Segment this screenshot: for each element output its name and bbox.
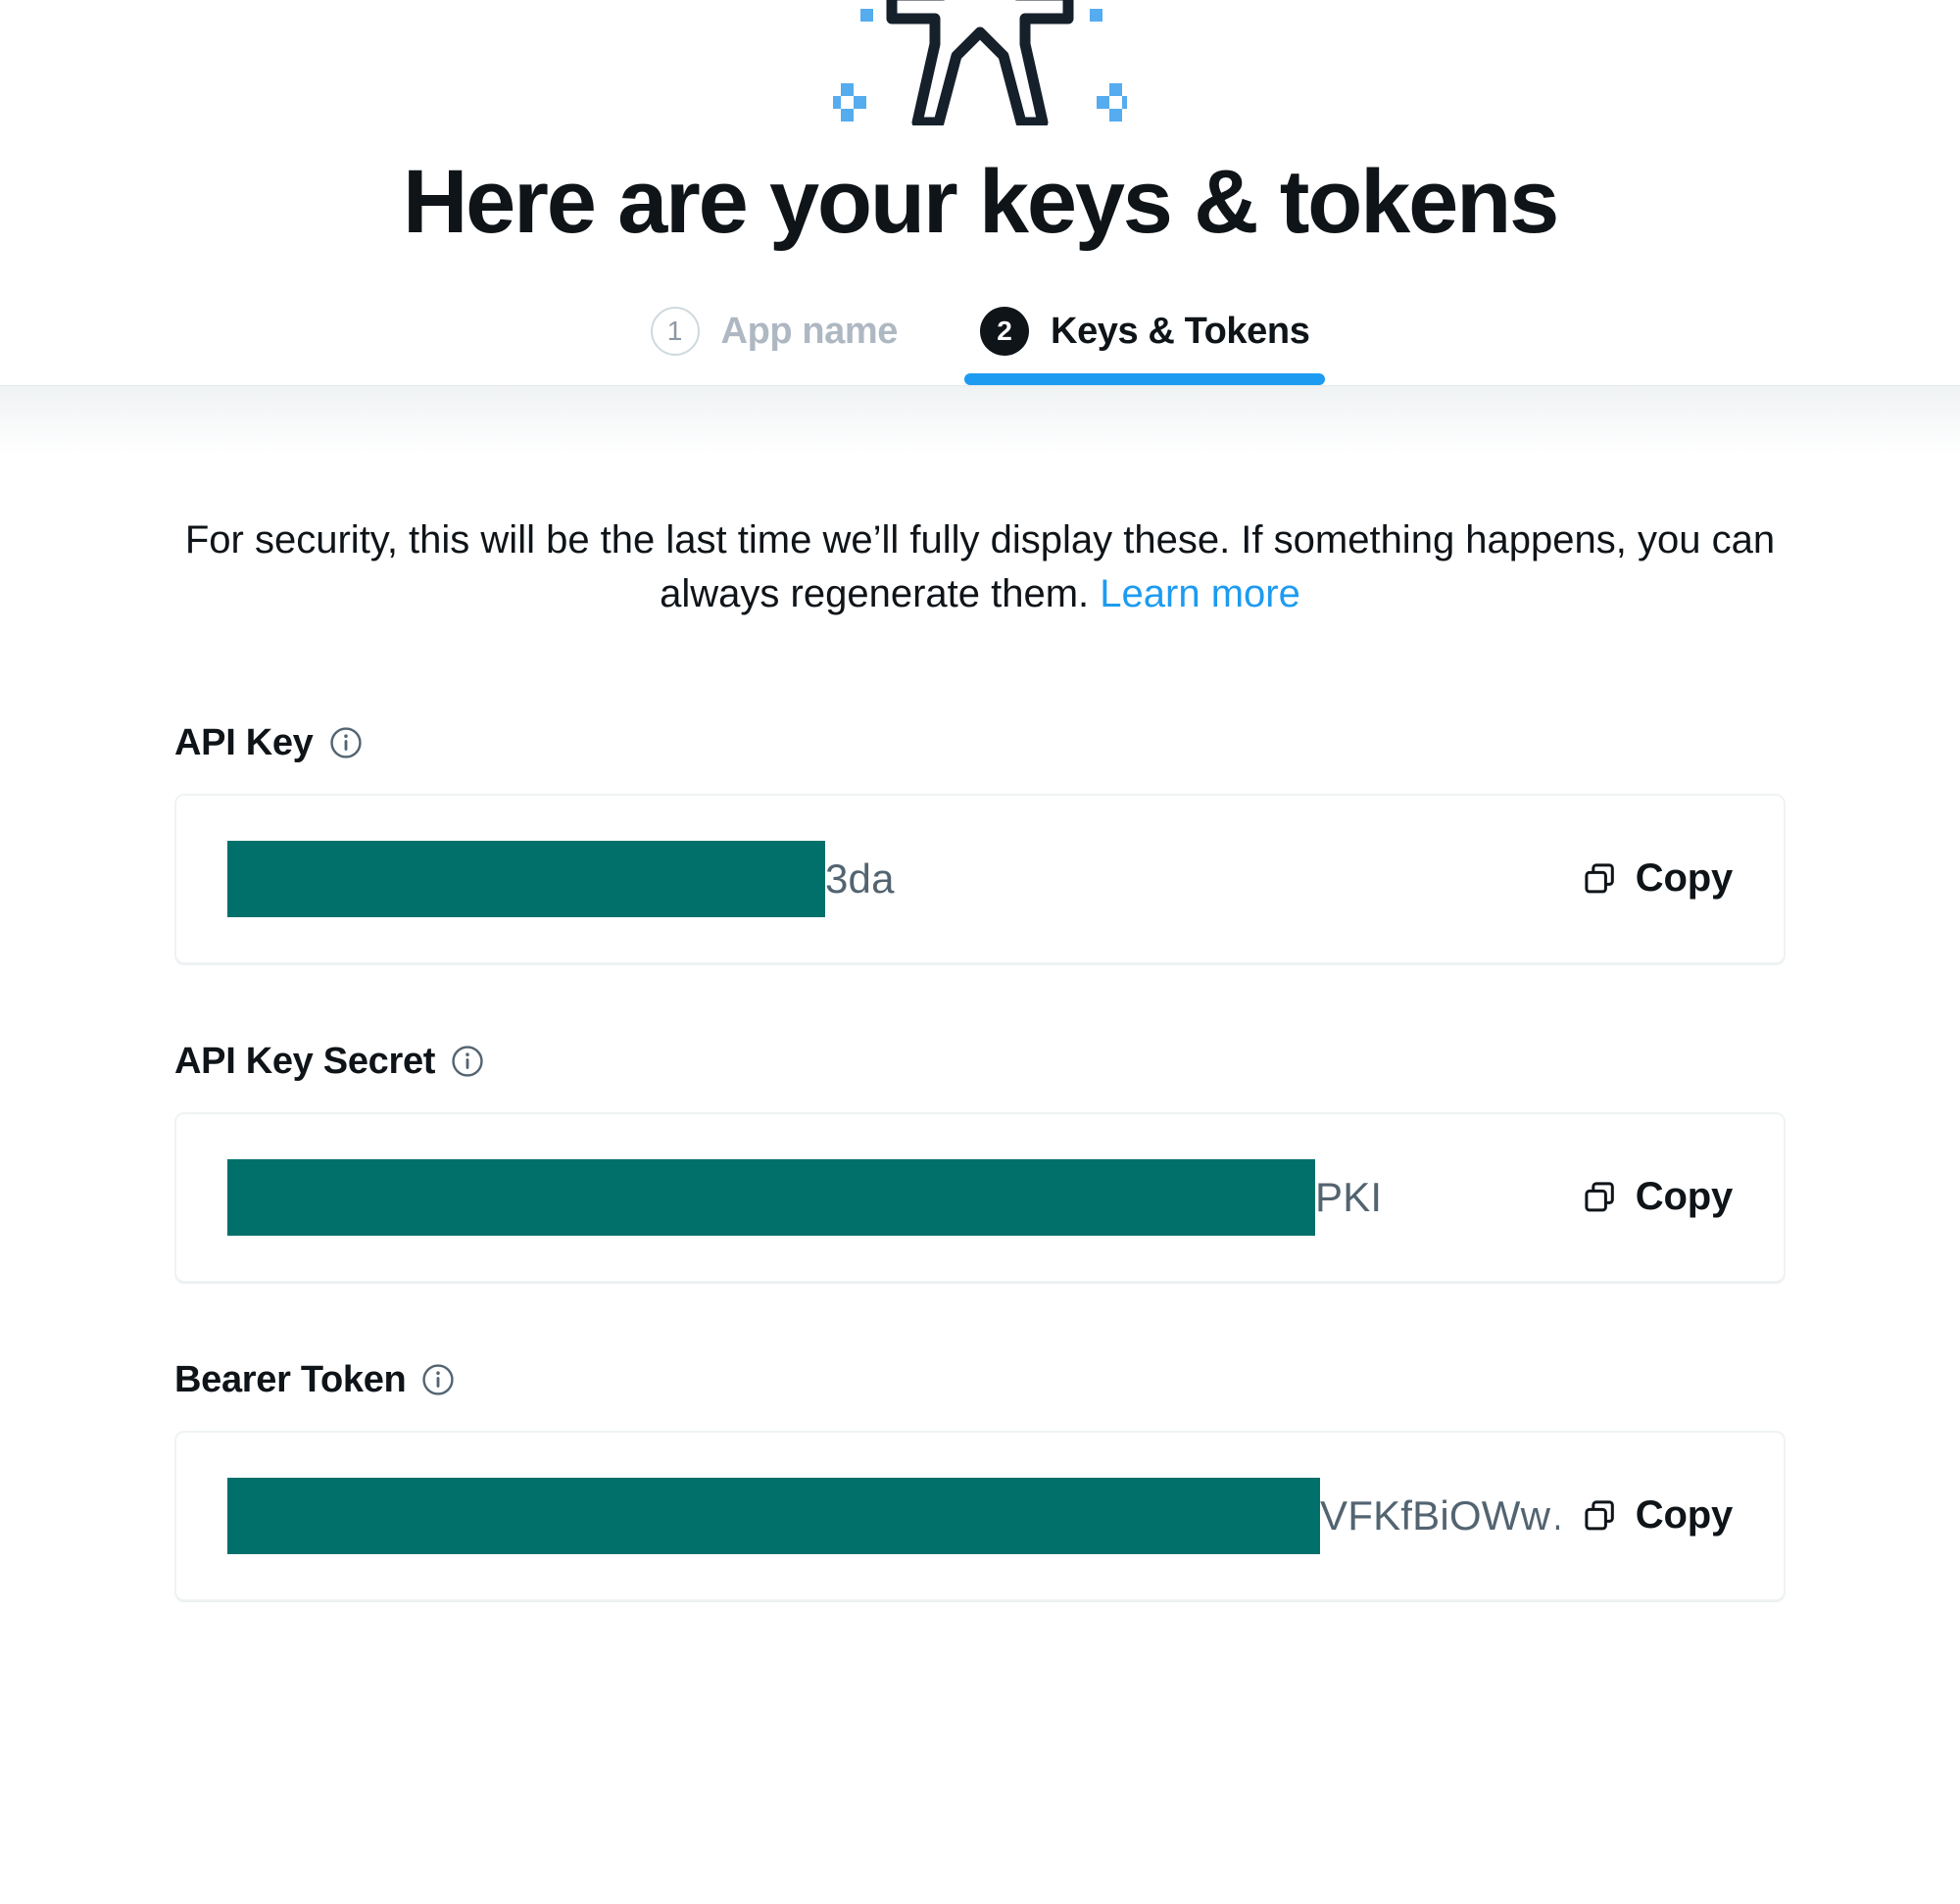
field-bearer-token-label-row: Bearer Token: [174, 1359, 1786, 1401]
info-circle-icon[interactable]: [451, 1045, 484, 1078]
hero-icon-container: [0, 0, 1960, 125]
info-circle-icon[interactable]: [421, 1363, 455, 1396]
step-number-badge-1: 1: [650, 307, 700, 357]
field-api-key-value: 3da: [227, 840, 895, 917]
copy-icon: [1583, 1180, 1618, 1215]
copy-api-key-button[interactable]: Copy: [1559, 851, 1733, 906]
copy-icon: [1583, 861, 1618, 897]
copy-api-key-secret-button[interactable]: Copy: [1559, 1169, 1733, 1225]
tab-keys-and-tokens[interactable]: 2 Keys & Tokens: [939, 307, 1350, 386]
active-tab-underline: [964, 373, 1326, 386]
field-bearer-token-value: VFKfBiOWw…: [227, 1477, 1559, 1554]
field-api-key-visible-tail: 3da: [825, 854, 895, 902]
info-circle-icon[interactable]: [329, 726, 363, 759]
field-api-key-label: API Key: [174, 721, 314, 763]
learn-more-link[interactable]: Learn more: [1100, 572, 1300, 615]
page-title: Here are your keys & tokens: [402, 152, 1559, 252]
tab-app-name-label: App name: [720, 310, 899, 352]
field-api-key: API Key 3da Copy: [174, 722, 1786, 964]
header-shadow: [0, 386, 1960, 456]
field-api-key-secret-label: API Key Secret: [174, 1040, 436, 1082]
copy-api-key-label: Copy: [1635, 856, 1733, 901]
copy-bearer-token-button[interactable]: Copy: [1559, 1488, 1733, 1543]
redaction-overlay: [227, 840, 825, 917]
field-api-key-box[interactable]: 3da Copy: [174, 793, 1786, 964]
security-notice-text: For security, this will be the last time…: [184, 518, 1776, 616]
copy-bearer-token-label: Copy: [1635, 1493, 1733, 1538]
field-api-key-secret-box[interactable]: PKI Copy: [174, 1111, 1786, 1283]
person-arms-out-icon: [833, 0, 1127, 125]
field-api-key-secret-value: PKI: [227, 1158, 1383, 1236]
redaction-overlay: [227, 1477, 1320, 1554]
step-tabs: 1 App name 2 Keys & Tokens: [0, 307, 1960, 386]
copy-icon: [1583, 1498, 1618, 1534]
field-api-key-secret-label-row: API Key Secret: [174, 1041, 1786, 1083]
tab-app-name[interactable]: 1 App name: [610, 307, 940, 385]
field-bearer-token-box[interactable]: VFKfBiOWw… Copy: [174, 1430, 1786, 1601]
field-bearer-token-label: Bearer Token: [174, 1358, 407, 1400]
field-api-key-label-row: API Key: [174, 722, 1786, 764]
field-bearer-token: Bearer Token VFKfBiOWw…: [174, 1359, 1786, 1601]
tab-keys-and-tokens-label: Keys & Tokens: [1051, 310, 1310, 352]
field-api-key-secret: API Key Secret PKI Copy: [174, 1041, 1786, 1283]
page-header: Here are your keys & tokens 1 App name 2…: [0, 0, 1960, 456]
field-api-key-secret-visible-tail: PKI: [1315, 1173, 1383, 1220]
security-notice: For security, this will be the last time…: [174, 513, 1786, 621]
redaction-overlay: [227, 1158, 1315, 1236]
step-number-badge-2: 2: [980, 307, 1030, 357]
main-content: For security, this will be the last time…: [0, 513, 1960, 1601]
copy-api-key-secret-label: Copy: [1635, 1175, 1733, 1219]
field-bearer-token-visible-tail: VFKfBiOWw…: [1320, 1491, 1559, 1538]
